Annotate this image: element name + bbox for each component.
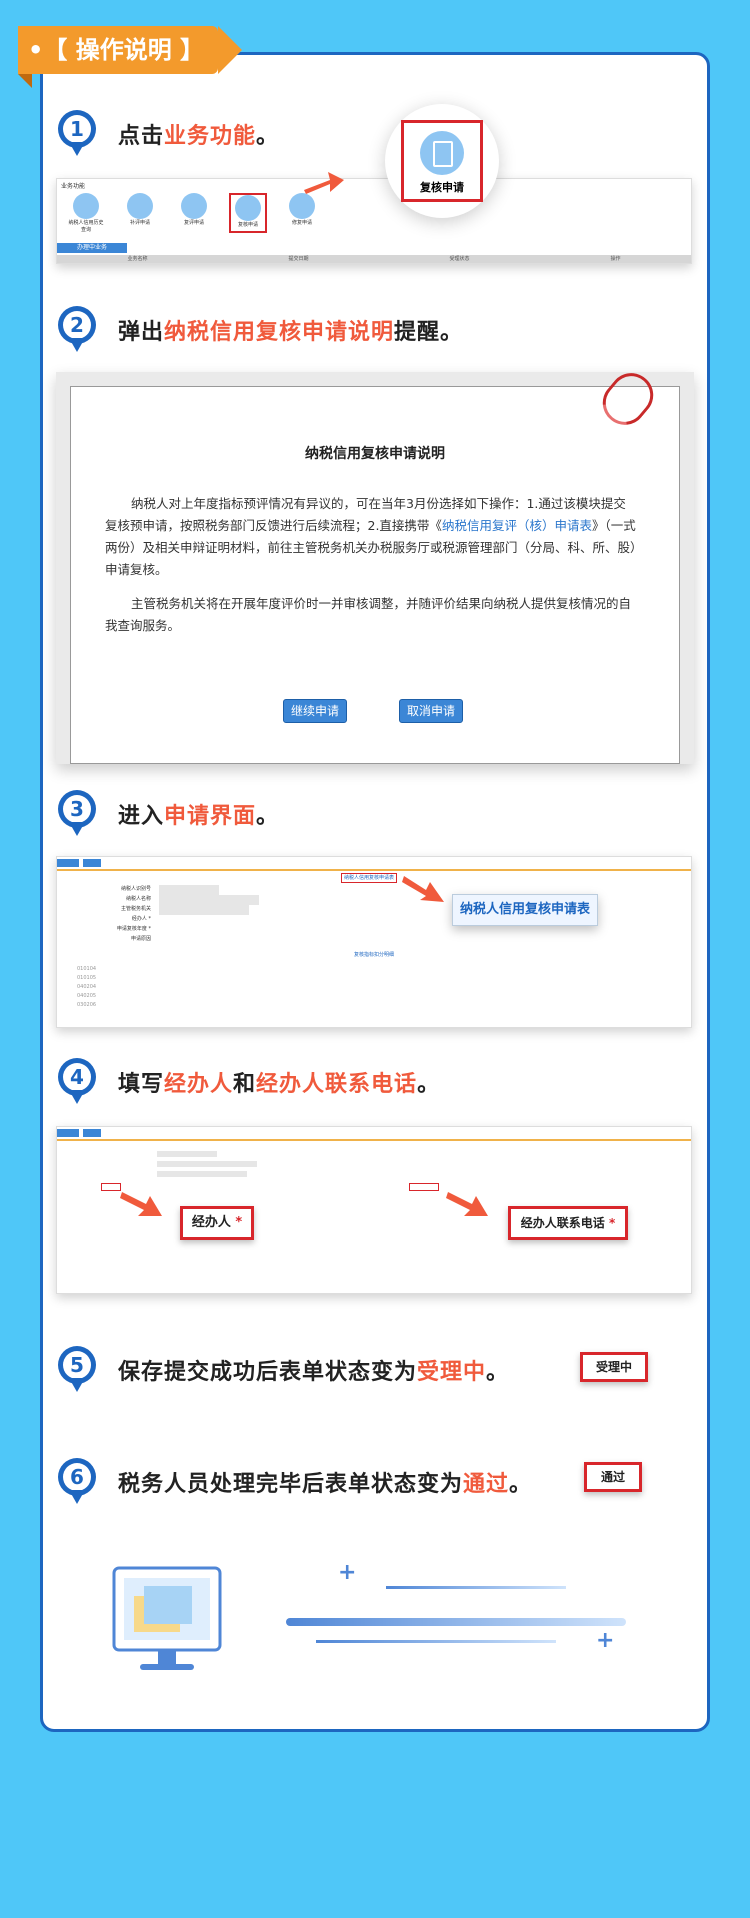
- banner-title: •【 操作说明 】: [28, 36, 205, 64]
- edit-doc-icon: [420, 131, 464, 175]
- dialog-title: 纳税信用复核申请说明: [305, 446, 445, 462]
- function-icon-repair[interactable]: 修复申请: [283, 193, 321, 233]
- detail-codes: 010104 010105 040204 040205 030206: [77, 966, 97, 1008]
- table-header: 业务名称 提交日期 受理状态 操作: [57, 255, 691, 263]
- step-number-pin: 1: [58, 110, 96, 158]
- monitor-icon: [112, 1566, 222, 1670]
- step-number-pin: 5: [58, 1346, 96, 1394]
- handler-callout: 经办人 *: [180, 1206, 254, 1240]
- step-3-text: 进入申请界面。: [118, 804, 280, 829]
- step-2-text: 弹出纳税信用复核申请说明提醒。: [118, 320, 464, 345]
- decor-line: [386, 1586, 566, 1589]
- phone-field-highlight: [409, 1183, 439, 1191]
- step-6: 6 税务人员处理完毕后表单状态变为通过。: [58, 1458, 532, 1506]
- step-5: 5 保存提交成功后表单状态变为受理中。: [58, 1346, 509, 1394]
- cancel-button[interactable]: 取消申请: [399, 699, 463, 723]
- magnify-callout: 复核申请: [385, 104, 499, 218]
- submit-mini-button[interactable]: [83, 1129, 101, 1137]
- form-title: 纳税人信用复核申请表: [341, 873, 397, 883]
- apply-form-link[interactable]: 纳税信用复评（核）申请表: [442, 518, 592, 533]
- step-2: 2 弹出纳税信用复核申请说明提醒。: [58, 306, 463, 354]
- step-1: 1 点击业务功能。: [58, 110, 279, 158]
- phone-callout: 经办人联系电话 *: [508, 1206, 628, 1240]
- arrow-icon: [120, 1192, 162, 1216]
- step-number-pin: 4: [58, 1058, 96, 1106]
- decor-line: [316, 1640, 556, 1643]
- form-title-callout: 纳税人信用复核申请表: [452, 894, 598, 926]
- step-4: 4 填写经办人和经办人联系电话。: [58, 1058, 440, 1106]
- business-function-screenshot: 业务功能 纳税人信用历史查询 补评申请 复评申请 复核申请 修复申请 办理中业务…: [56, 178, 692, 264]
- apply-form-screenshot: 纳税人信用复核申请表 纳税人识别号 纳税人名称 主管税务机关 经办人 * 申请复…: [56, 856, 692, 1028]
- decor-line: [286, 1618, 626, 1626]
- dialog-paragraph-2: 主管税务机关将在开展年度评价时一并审核调整，并随评价结果向纳税人提供复核情况的自…: [105, 596, 632, 633]
- step-number-pin: 2: [58, 306, 96, 354]
- submit-mini-button[interactable]: [83, 859, 101, 867]
- arrow-icon: [304, 172, 344, 194]
- function-icon-review[interactable]: 复核申请: [229, 193, 267, 233]
- status-badge-accepted: 受理中: [580, 1352, 648, 1382]
- step-6-text: 税务人员处理完毕后表单状态变为通过。: [118, 1472, 533, 1497]
- function-icon-history[interactable]: 纳税人信用历史查询: [67, 193, 105, 233]
- function-icon-supplement[interactable]: 补评申请: [121, 193, 159, 233]
- arrow-icon: [402, 876, 444, 902]
- continue-button[interactable]: 继续申请: [283, 699, 347, 723]
- magnify-label: 复核申请: [420, 181, 464, 194]
- screenshot-heading: 业务功能: [61, 183, 86, 190]
- plus-icon: +: [338, 1560, 357, 1585]
- tab-in-progress[interactable]: 办理中业务: [57, 243, 127, 253]
- banner-fold: [18, 74, 32, 88]
- handler-field-highlight: [101, 1183, 121, 1191]
- step-number-pin: 3: [58, 790, 96, 838]
- dialog-paragraph-1: 纳税人对上年度指标预评情况有异议的，可在当年3月份选择如下操作：1.通过该模块提…: [105, 496, 637, 577]
- status-badge-passed: 通过: [584, 1462, 642, 1492]
- step-4-text: 填写经办人和经办人联系电话。: [118, 1072, 441, 1097]
- function-icon-reassess[interactable]: 复评申请: [175, 193, 213, 233]
- step-1-text: 点击业务功能。: [118, 124, 280, 149]
- step-number-pin: 6: [58, 1458, 96, 1506]
- detail-section-title: 复核指标扣分明细: [353, 952, 394, 958]
- save-mini-button[interactable]: [57, 1129, 79, 1137]
- step-3: 3 进入申请界面。: [58, 790, 279, 838]
- save-mini-button[interactable]: [57, 859, 79, 867]
- review-notice-dialog: 纳税信用复核申请说明 纳税人对上年度指标预评情况有异议的，可在当年3月份选择如下…: [56, 372, 694, 764]
- plus-icon: +: [596, 1628, 615, 1653]
- function-icons: 纳税人信用历史查询 补评申请 复评申请 复核申请 修复申请: [67, 193, 321, 233]
- section-banner: •【 操作说明 】: [18, 26, 242, 74]
- step-5-text: 保存提交成功后表单状态变为受理中。: [118, 1360, 510, 1385]
- form-fields: 纳税人识别号 纳税人名称 主管税务机关 经办人 * 申请复核年度 * 申请原因: [61, 885, 361, 945]
- review-apply-highlight: 复核申请: [401, 120, 483, 202]
- arrow-icon: [446, 1192, 488, 1216]
